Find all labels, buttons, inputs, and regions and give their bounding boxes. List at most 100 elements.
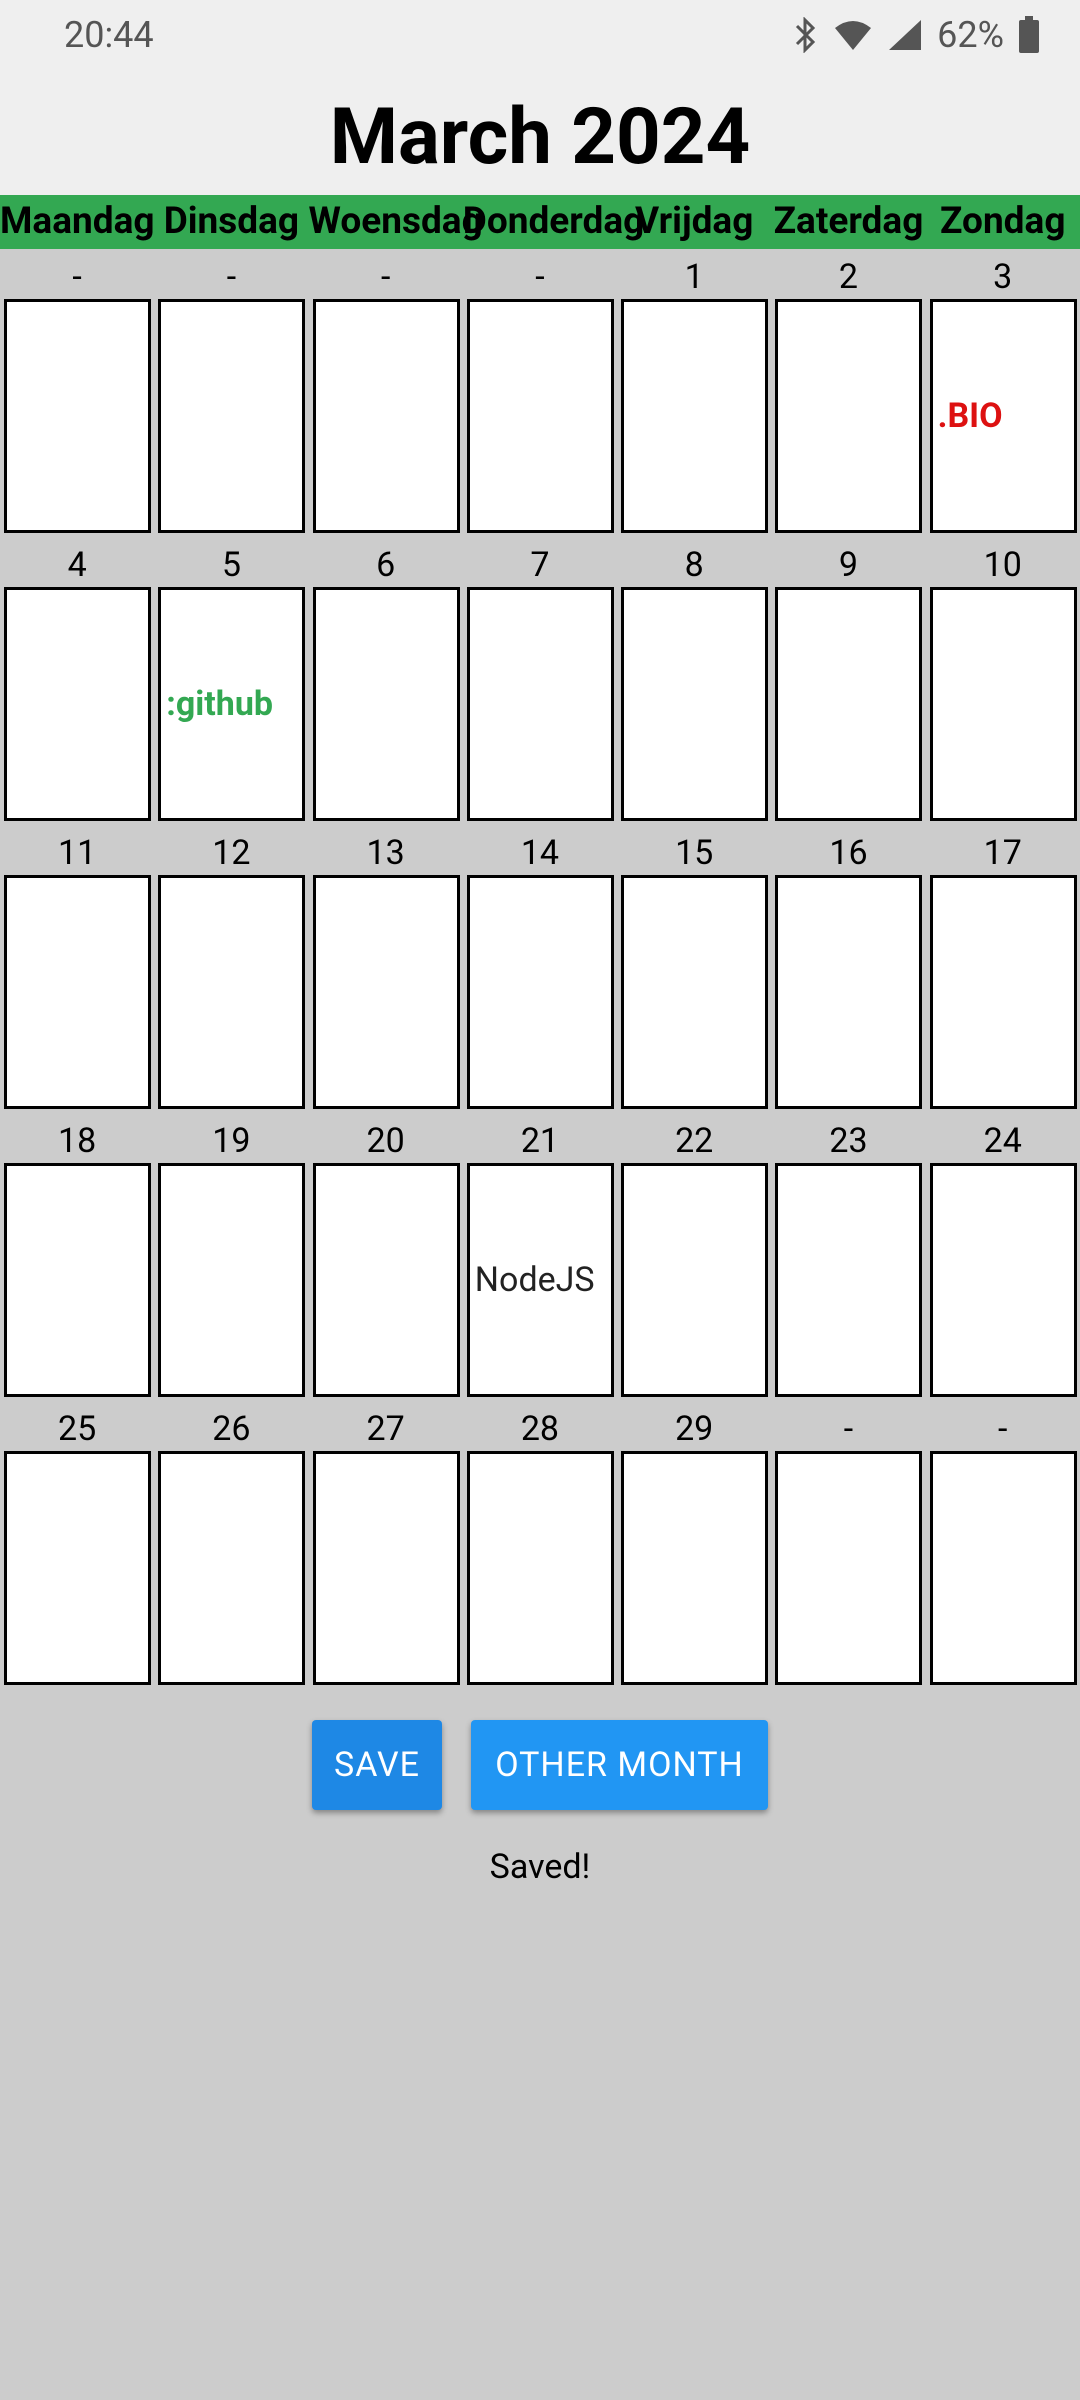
day-number: 27 xyxy=(366,1409,405,1449)
day-number: 1 xyxy=(684,257,704,297)
day-cell[interactable] xyxy=(312,875,460,1109)
day-number: 7 xyxy=(530,545,550,585)
day-cell[interactable] xyxy=(4,1451,151,1685)
day-number: - xyxy=(226,257,237,297)
day-number: 13 xyxy=(366,833,405,873)
page-title: March 2024 xyxy=(329,92,751,183)
day-cell[interactable] xyxy=(158,1163,306,1397)
save-button[interactable]: SAVE xyxy=(312,1720,442,1810)
save-status: Saved! xyxy=(489,1847,591,1887)
day-cell[interactable] xyxy=(466,587,614,821)
day-cell[interactable] xyxy=(312,299,460,533)
day-cell[interactable] xyxy=(621,875,769,1109)
day-cell[interactable]: :github xyxy=(158,587,306,821)
header: March 2024 xyxy=(0,80,1080,195)
day-number: 16 xyxy=(829,833,868,873)
weekday-label: Donderdag xyxy=(462,200,645,243)
day-cell[interactable] xyxy=(4,587,151,821)
day-number: 18 xyxy=(58,1121,97,1161)
wifi-icon xyxy=(833,18,873,52)
day-cell[interactable] xyxy=(929,875,1077,1109)
day-number: 29 xyxy=(675,1409,714,1449)
day-number: 20 xyxy=(366,1121,405,1161)
day-cell[interactable] xyxy=(312,1451,460,1685)
weekday-header: Maandag Dinsdag Woensdag Donderdag Vrijd… xyxy=(0,195,1080,249)
day-cell[interactable] xyxy=(775,875,923,1109)
day-number: 26 xyxy=(212,1409,251,1449)
week-cells: .BIO xyxy=(0,297,1080,537)
day-cell[interactable] xyxy=(621,1163,769,1397)
day-cell[interactable] xyxy=(621,1451,769,1685)
day-cell[interactable]: .BIO xyxy=(929,299,1077,533)
day-cell[interactable] xyxy=(158,875,306,1109)
day-number: 22 xyxy=(675,1121,714,1161)
week-cells: NodeJS xyxy=(0,1161,1080,1401)
day-cell[interactable] xyxy=(4,1163,151,1397)
battery-icon xyxy=(1018,16,1040,54)
weekday-label: Zaterdag xyxy=(773,200,924,243)
day-cell[interactable] xyxy=(158,1451,306,1685)
day-cell[interactable] xyxy=(929,587,1077,821)
weekday-label: Zondag xyxy=(939,200,1066,243)
status-bar: 20:44 62% xyxy=(0,0,1080,80)
day-number: 24 xyxy=(983,1121,1022,1161)
day-number: - xyxy=(535,257,545,297)
bluetooth-icon xyxy=(793,17,819,53)
day-number: 19 xyxy=(212,1121,251,1161)
other-month-button[interactable]: OTHER MONTH xyxy=(471,1720,768,1810)
week-cells: :github xyxy=(0,585,1080,825)
week-day-numbers: 4 5 6 7 8 9 10 xyxy=(0,537,1080,585)
day-number: 14 xyxy=(520,833,560,873)
day-cell[interactable] xyxy=(621,299,769,533)
day-number: - xyxy=(72,257,82,297)
week-day-numbers: 18 19 20 21 22 23 24 xyxy=(0,1113,1080,1161)
day-number: 15 xyxy=(675,833,714,873)
day-note: NodeJS xyxy=(474,1260,595,1300)
day-cell[interactable] xyxy=(4,299,151,533)
week-day-numbers: 25 26 27 28 29 - - xyxy=(0,1401,1080,1449)
day-number: 12 xyxy=(212,833,251,873)
day-cell[interactable] xyxy=(929,1451,1077,1685)
week-cells xyxy=(0,873,1080,1113)
day-cell[interactable] xyxy=(775,1163,923,1397)
day-cell[interactable] xyxy=(4,875,151,1109)
day-number: 4 xyxy=(67,545,87,585)
day-number: 28 xyxy=(520,1409,560,1449)
week-day-numbers: 11 12 13 14 15 16 17 xyxy=(0,825,1080,873)
weekday-label: Maandag xyxy=(0,200,155,243)
battery-percent: 62% xyxy=(937,14,1004,56)
day-cell[interactable] xyxy=(775,299,923,533)
day-cell[interactable]: NodeJS xyxy=(466,1163,614,1397)
week-day-numbers: - - - - 1 2 3 xyxy=(0,249,1080,297)
day-number: 11 xyxy=(58,833,97,873)
day-number: - xyxy=(380,257,391,297)
day-number: 5 xyxy=(221,545,241,585)
day-cell[interactable] xyxy=(621,587,769,821)
day-number: 9 xyxy=(838,545,859,585)
weekday-label: Dinsdag xyxy=(163,200,300,243)
day-number: 25 xyxy=(58,1409,97,1449)
day-number: - xyxy=(998,1409,1008,1449)
day-cell[interactable] xyxy=(158,299,306,533)
day-note: :github xyxy=(166,684,273,724)
weekday-label: Woensdag xyxy=(308,200,483,243)
day-number: 21 xyxy=(520,1121,560,1161)
weekday-label: Vrijdag xyxy=(635,200,754,243)
day-cell[interactable] xyxy=(466,1451,614,1685)
day-cell[interactable] xyxy=(775,1451,923,1685)
day-cell[interactable] xyxy=(929,1163,1077,1397)
status-time: 20:44 xyxy=(64,14,154,56)
day-cell[interactable] xyxy=(466,875,614,1109)
day-note: .BIO xyxy=(937,396,1003,436)
status-icons: 62% xyxy=(793,14,1040,56)
day-cell[interactable] xyxy=(312,587,460,821)
day-number: - xyxy=(843,1409,854,1449)
day-number: 6 xyxy=(376,545,396,585)
day-number: 3 xyxy=(993,257,1013,297)
day-cell[interactable] xyxy=(312,1163,460,1397)
week-cells xyxy=(0,1449,1080,1689)
day-cell[interactable] xyxy=(466,299,614,533)
day-number: 17 xyxy=(983,833,1022,873)
day-cell[interactable] xyxy=(775,587,923,821)
day-number: 23 xyxy=(829,1121,868,1161)
